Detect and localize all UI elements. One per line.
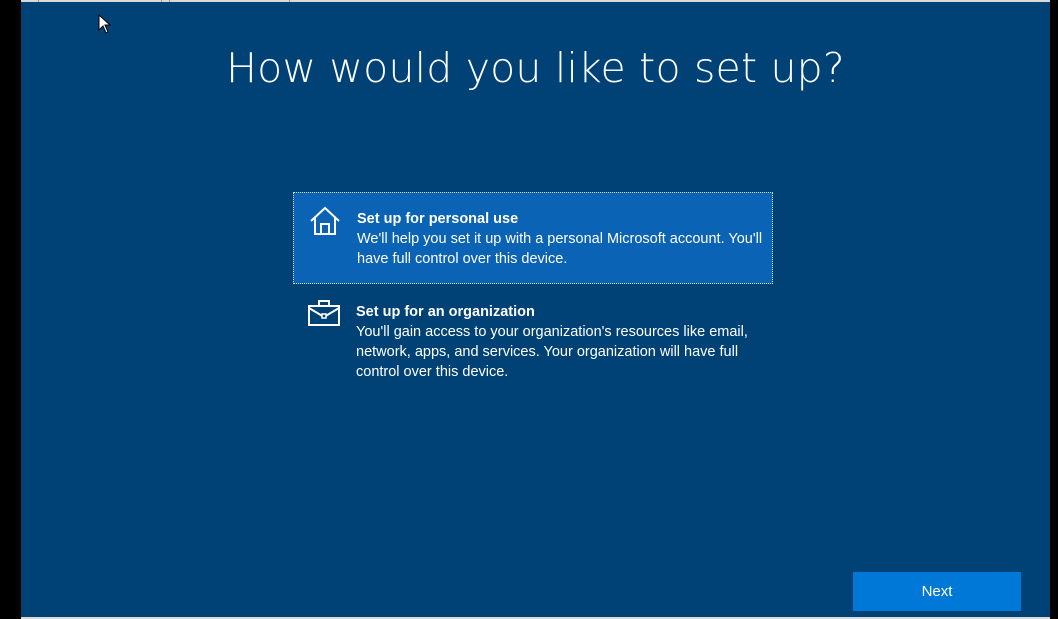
option-personal-text: Set up for personal use We'll help you s… (357, 209, 767, 269)
option-organization-title: Set up for an organization (356, 304, 535, 320)
oobe-screen: How would you like to set up? Set up for… (21, 2, 1050, 617)
left-frame-border (0, 0, 21, 619)
mouse-cursor-icon (98, 13, 112, 34)
next-button[interactable]: Next (853, 572, 1021, 611)
option-personal-description: We'll help you set it up with a personal… (357, 231, 763, 267)
option-personal-title: Set up for personal use (357, 211, 519, 227)
page-title: How would you like to set up? (226, 44, 845, 92)
option-organization-description: You'll gain access to your organization'… (356, 324, 748, 380)
home-icon (308, 206, 342, 236)
option-personal-use[interactable]: Set up for personal use We'll help you s… (293, 192, 773, 284)
option-organization[interactable]: Set up for an organization You'll gain a… (293, 284, 773, 384)
option-organization-text: Set up for an organization You'll gain a… (356, 302, 766, 382)
right-frame-border (1050, 0, 1058, 619)
briefcase-icon (307, 298, 341, 328)
